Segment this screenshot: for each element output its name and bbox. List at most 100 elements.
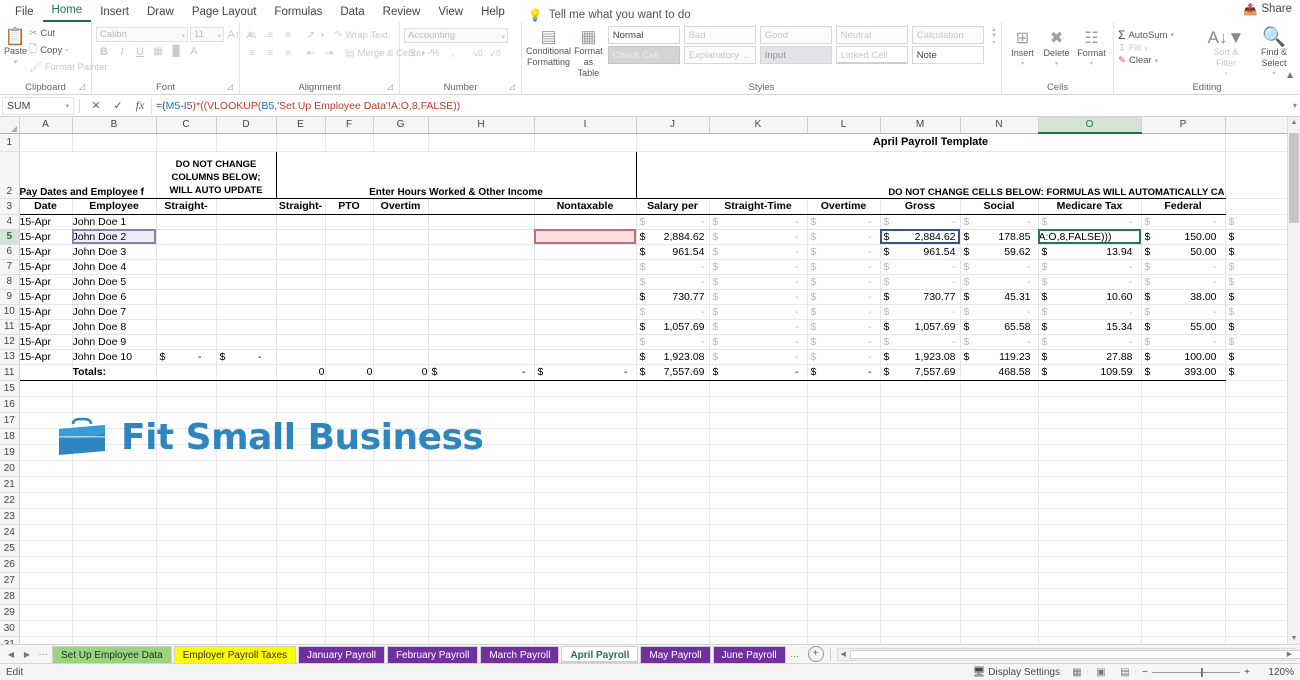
cell-M28[interactable] xyxy=(880,588,961,605)
column-header-M[interactable]: M xyxy=(880,117,961,134)
cell-N28[interactable] xyxy=(960,588,1039,605)
cell-P19[interactable] xyxy=(1141,444,1226,461)
cell-P27[interactable] xyxy=(1141,572,1226,589)
cell-I16[interactable] xyxy=(534,396,637,413)
sheet-row-4[interactable]: 4 15-Apr John Doe 1 $ - $ - $ - $ - $ - $ - $ - $ xyxy=(0,214,1288,230)
scroll-down-icon[interactable]: ▼ xyxy=(1288,635,1300,642)
cell-J27[interactable] xyxy=(636,572,710,589)
cell-B28[interactable] xyxy=(72,588,157,605)
cell-X19[interactable] xyxy=(1225,444,1288,461)
scroll-right-icon[interactable]: ▶ xyxy=(1284,650,1295,658)
cell-N4[interactable]: $ - xyxy=(959,214,1039,230)
sheet-row-3[interactable]: 3 Date Employee Straight- Straight- PTO … xyxy=(0,197,1288,215)
chevron-down-icon[interactable]: ▾ xyxy=(65,102,69,110)
ribbon-home-panel[interactable]: 📋 Paste ▾ ✂ Cut 🗋 Copy ▾ 🖌 Format Painte… xyxy=(0,22,1300,95)
ribbon-tab-formulas[interactable]: Formulas xyxy=(265,3,331,22)
cell-H5[interactable] xyxy=(427,229,535,245)
alignment-dialog-launcher[interactable]: ◿ xyxy=(387,80,393,93)
cell-M18[interactable] xyxy=(880,428,961,445)
cell-G1[interactable] xyxy=(373,133,429,152)
cell-C3[interactable]: Straight- xyxy=(155,197,217,215)
cell-A26[interactable] xyxy=(19,556,73,573)
cell-L4[interactable]: $ - xyxy=(806,214,881,230)
cell-H26[interactable] xyxy=(428,556,535,573)
cell-N12[interactable]: $ - xyxy=(959,334,1039,350)
paste-button[interactable]: 📋 Paste ▾ xyxy=(4,26,27,68)
increase-indent-button[interactable]: ⇥ xyxy=(321,46,337,61)
cell-X15[interactable] xyxy=(1225,380,1288,397)
cell-B24[interactable] xyxy=(72,524,157,541)
cell-G7[interactable] xyxy=(372,259,429,275)
status-bar-right[interactable]: 🖥 Display Settings ▦ ▣ ▤ − + 120% xyxy=(973,666,1294,679)
cell-I11[interactable] xyxy=(533,319,637,335)
row-header-24[interactable]: 24 xyxy=(0,524,20,541)
cell-K11[interactable]: $ - xyxy=(708,319,808,335)
cell-F27[interactable] xyxy=(325,572,374,589)
cell-E21[interactable] xyxy=(276,476,326,493)
ribbon-tab-data[interactable]: Data xyxy=(331,3,373,22)
cell-M26[interactable] xyxy=(880,556,961,573)
row-header-17[interactable]: 17 xyxy=(0,412,20,429)
cell-J25[interactable] xyxy=(636,540,710,557)
cell-G13[interactable] xyxy=(372,349,429,365)
column-header-G[interactable]: G xyxy=(373,117,429,134)
align-bottom-button[interactable]: ≡ xyxy=(280,28,296,43)
column-header-K[interactable]: K xyxy=(709,117,808,134)
cell-N3[interactable]: Social xyxy=(959,197,1039,215)
cell-D26[interactable] xyxy=(216,556,277,573)
cell-N21[interactable] xyxy=(960,476,1039,493)
cell-P26[interactable] xyxy=(1141,556,1226,573)
status-bar[interactable]: Edit 🖥 Display Settings ▦ ▣ ▤ − + 120% xyxy=(0,663,1300,680)
cell-G14[interactable]: 0 xyxy=(372,363,429,381)
bold-button[interactable]: B xyxy=(96,44,112,59)
insert-cells-button[interactable]: ⊞ Insert ▾ xyxy=(1006,28,1039,70)
cell-G10[interactable] xyxy=(372,304,429,320)
row-header-11[interactable]: 11 xyxy=(0,319,20,335)
cell-F30[interactable] xyxy=(325,620,374,637)
cell-M5[interactable]: $2,884.62 xyxy=(879,229,961,245)
underline-button[interactable]: U xyxy=(132,44,148,59)
cell-B29[interactable] xyxy=(72,604,157,621)
cell-P17[interactable] xyxy=(1141,412,1226,429)
sheet-row-12[interactable]: 12 15-Apr John Doe 9 $ - $ - $ - $ - $ - $ - $ - $ xyxy=(0,334,1288,350)
cell-A10[interactable]: 15-Apr xyxy=(18,304,73,320)
cell-D6[interactable] xyxy=(216,244,277,260)
cell-N13[interactable]: $119.23 xyxy=(959,349,1039,365)
sheet-row-14[interactable]: 11 Totals: 0 0 0 $ - $ - $ 7,557.69 $ - xyxy=(0,363,1288,381)
cell-P20[interactable] xyxy=(1141,460,1226,477)
cell-P23[interactable] xyxy=(1141,508,1226,525)
cell-E25[interactable] xyxy=(276,540,326,557)
cell-B3[interactable]: Employee xyxy=(71,197,157,215)
cell-K24[interactable] xyxy=(709,524,808,541)
ribbon-tab-review[interactable]: Review xyxy=(374,3,430,22)
sheet-tabs[interactable]: Set Up Employee Data Employer Payroll Tax… xyxy=(52,645,786,663)
ribbon-tab-draw[interactable]: Draw xyxy=(138,3,183,22)
cell-O22[interactable] xyxy=(1038,492,1142,509)
cell-M7[interactable]: $ - xyxy=(879,259,961,275)
cell-H20[interactable] xyxy=(428,460,535,477)
cell-E17[interactable] xyxy=(276,412,326,429)
cell-N10[interactable]: $ - xyxy=(959,304,1039,320)
cell-I9[interactable] xyxy=(533,289,637,305)
sheet-row-8[interactable]: 8 15-Apr John Doe 5 $ - $ - $ - $ - $ - $ - $ - $ xyxy=(0,274,1288,290)
cell-C15[interactable] xyxy=(156,380,217,397)
cell-I29[interactable] xyxy=(534,604,637,621)
cell-E26[interactable] xyxy=(276,556,326,573)
cell-O10[interactable]: $ - xyxy=(1037,304,1142,320)
cell-F8[interactable] xyxy=(324,274,374,290)
cell-H8[interactable] xyxy=(427,274,535,290)
cell-L29[interactable] xyxy=(807,604,881,621)
cell-C26[interactable] xyxy=(156,556,217,573)
italic-button[interactable]: I xyxy=(114,44,130,59)
cell-O7[interactable]: $ - xyxy=(1037,259,1142,275)
cell-A21[interactable] xyxy=(19,476,73,493)
cell-A28[interactable] xyxy=(19,588,73,605)
row-header-15[interactable]: 15 xyxy=(0,380,20,397)
cell-K20[interactable] xyxy=(709,460,808,477)
cell-K14[interactable]: $ - xyxy=(708,363,808,381)
cell-N5[interactable]: $178.85 xyxy=(959,229,1039,245)
cell-L22[interactable] xyxy=(807,492,881,509)
cell-F10[interactable] xyxy=(324,304,374,320)
cell-H1[interactable] xyxy=(428,133,535,152)
cell-F11[interactable] xyxy=(324,319,374,335)
